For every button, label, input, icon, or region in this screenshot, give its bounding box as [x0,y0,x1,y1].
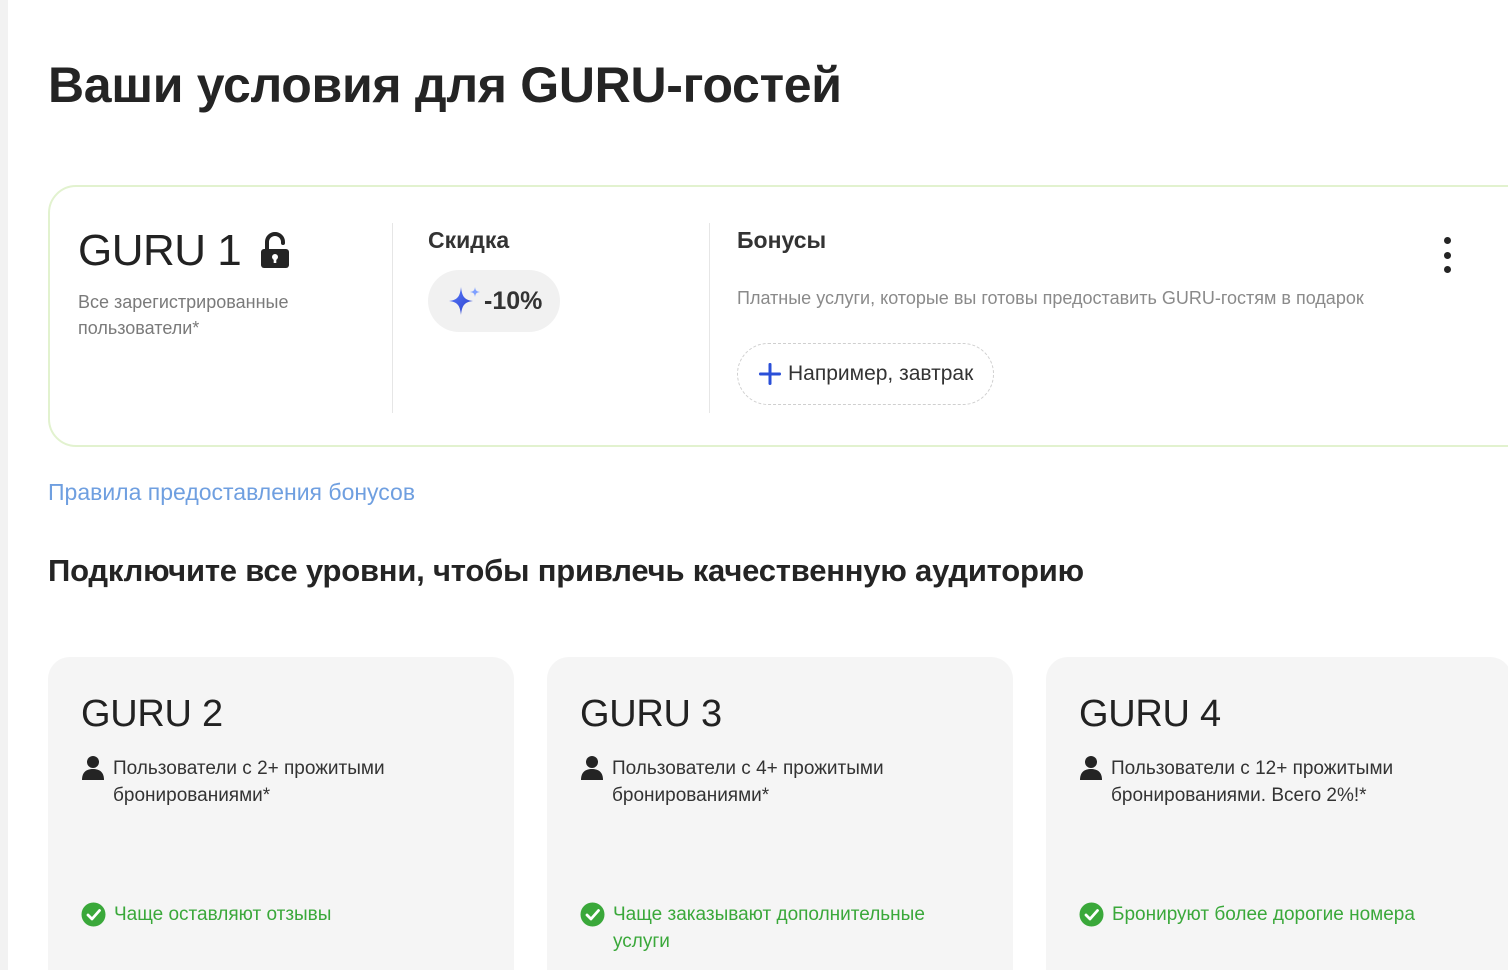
bonus-rules-link[interactable]: Правила предоставления бонусов [48,479,415,506]
discount-heading: Скидка [428,227,510,253]
guru1-title: GURU 1 [78,226,242,275]
tier-card-guru2[interactable]: GURU 2 Пользователи с 2+ прожитыми брони… [48,657,514,970]
tier-name: GURU 3 [580,693,722,735]
lock-open-icon [261,232,290,268]
discount-pill[interactable]: -10% [428,270,561,332]
tier-audience: Пользователи с 2+ прожитыми бронирования… [81,755,481,809]
tier-audience-text: Пользователи с 2+ прожитыми бронирования… [113,758,385,806]
column-divider [709,223,710,413]
guru1-discount-column: Скидка -10% [428,227,561,332]
more-vertical-icon[interactable] [1432,233,1462,277]
tier-card-guru4[interactable]: GURU 4 Пользователи с 12+ прожитыми брон… [1046,657,1508,970]
tier-audience-text: Пользователи с 4+ прожитыми бронирования… [612,758,884,806]
tier-benefit-text: Бронируют более дорогие номера [1112,904,1415,925]
tier-benefit: Бронируют более дорогие номера [1079,901,1479,928]
left-edge-strip [0,0,8,970]
user-icon [1080,756,1102,780]
discount-value: -10% [484,286,543,315]
plus-icon [759,363,781,385]
check-circle-icon [580,902,605,927]
tier-benefit: Чаще заказывают дополнительные услуги [580,901,980,955]
tier-audience: Пользователи с 4+ прожитыми бронирования… [580,755,980,809]
page-title: Ваши условия для GURU-гостей [48,57,842,113]
guru1-name-column: GURU 1 Все зарегистрированные пользовате… [78,225,378,341]
guru1-card: GURU 1 Все зарегистрированные пользовате… [48,185,1508,447]
tier-audience: Пользователи с 12+ прожитыми бронировани… [1079,755,1479,809]
add-bonus-button[interactable]: Например, завтрак [737,343,995,405]
guru1-description: Все зарегистрированные пользователи* [78,292,289,338]
guru1-name-row: GURU 1 [78,225,378,277]
tier-card-guru3[interactable]: GURU 3 Пользователи с 4+ прожитыми брони… [547,657,1013,970]
guru1-bonus-column: Бонусы Платные услуги, которые вы готовы… [737,227,1497,405]
check-circle-icon [1079,902,1104,927]
user-icon [82,756,104,780]
tier-name: GURU 2 [81,693,223,735]
sparkle-icon [449,287,480,315]
check-circle-icon [81,902,106,927]
tier-benefit-text: Чаще оставляют отзывы [114,904,332,925]
tier-audience-text: Пользователи с 12+ прожитыми бронировани… [1111,758,1394,806]
tier-benefit-text: Чаще заказывают дополнительные услуги [613,904,925,952]
bonus-heading: Бонусы [737,227,827,253]
bonus-subtitle: Платные услуги, которые вы готовы предос… [737,288,1364,308]
column-divider [392,223,393,413]
tier-name: GURU 4 [1079,693,1221,735]
tiers-section-title: Подключите все уровни, чтобы привлечь ка… [48,553,1084,588]
tier-benefit: Чаще оставляют отзывы [81,901,481,928]
add-bonus-label: Например, завтрак [788,362,974,385]
user-icon [581,756,603,780]
